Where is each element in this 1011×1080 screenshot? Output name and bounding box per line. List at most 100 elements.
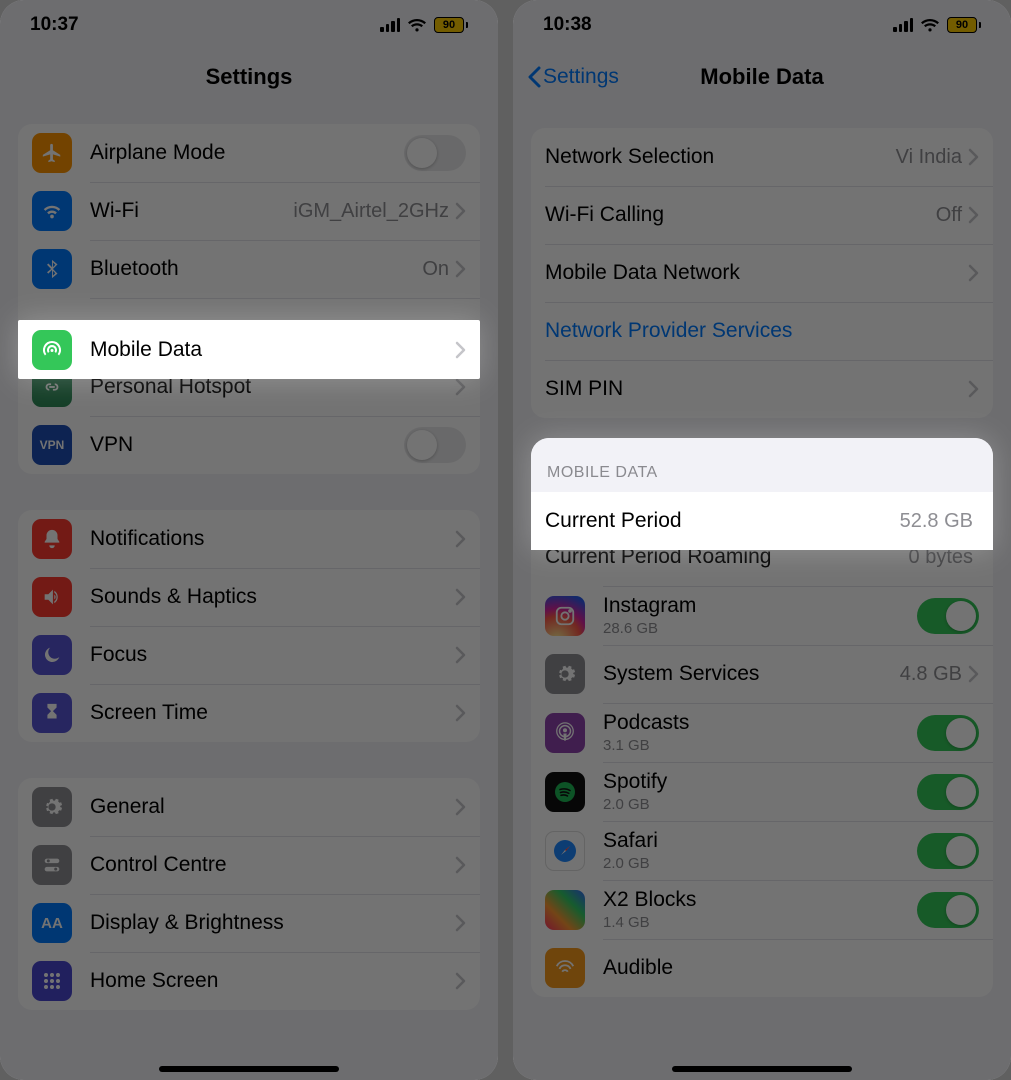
row-label: Network Provider Services [545,319,979,343]
page-title: Mobile Data [700,64,823,90]
cellular-signal-icon [380,18,400,32]
row-label: Bluetooth [90,257,422,281]
row-focus[interactable]: Focus [18,626,480,684]
status-bar: 10:38 90 [513,0,1011,50]
row-label: Mobile Data Network [545,261,968,285]
row-sim-pin[interactable]: SIM PIN [531,360,993,418]
row-label: Screen Time [90,701,455,725]
row-label: Airplane Mode [90,141,404,165]
audible-icon [545,948,585,988]
back-label: Settings [543,65,619,89]
row-mobile-data[interactable]: Mobile Data [18,320,480,379]
row-home-screen[interactable]: Home Screen [18,952,480,1010]
row-general[interactable]: General [18,778,480,836]
antenna-icon [32,330,72,370]
toggle-vpn[interactable] [404,427,466,463]
chevron-right-icon [455,798,466,816]
safari-icon [545,831,585,871]
row-label: Home Screen [90,969,455,993]
row-mobile-data-network[interactable]: Mobile Data Network [531,244,993,302]
chevron-right-icon [455,646,466,664]
section-header: MOBILE DATA [531,438,993,492]
chevron-right-icon [455,530,466,548]
toggle-app[interactable] [917,598,979,634]
settings-group-notifications: Notifications Sounds & Haptics Focus [18,510,480,742]
app-name: Safari [603,829,917,853]
row-notifications[interactable]: Notifications [18,510,480,568]
app-row-audible[interactable]: Audible [531,939,993,997]
app-usage: 1.4 GB [603,914,917,931]
row-label: Display & Brightness [90,911,455,935]
wifi-icon [32,191,72,231]
row-label: SIM PIN [545,377,968,401]
row-bluetooth[interactable]: Bluetooth On [18,240,480,298]
app-usage: 4.8 GB [900,663,962,686]
app-name: Instagram [603,594,917,618]
status-time: 10:37 [30,14,79,36]
row-label: Wi-Fi Calling [545,203,936,227]
row-network-selection[interactable]: Network Selection Vi India [531,128,993,186]
row-label: General [90,795,455,819]
toggle-airplane[interactable] [404,135,466,171]
chevron-right-icon [455,260,466,278]
nav-header: Settings [0,50,498,104]
toggle-app[interactable] [917,892,979,928]
battery-icon: 90 [434,17,468,33]
chevron-right-icon [455,914,466,932]
nav-header: Settings Mobile Data [513,50,1011,104]
chevron-right-icon [968,264,979,282]
gear-icon [545,654,585,694]
app-row-podcasts[interactable]: Podcasts 3.1 GB [531,703,993,762]
back-button[interactable]: Settings [527,50,619,104]
mobiledata-group-usage: Current Period Roaming 0 bytes Instagram… [531,528,993,997]
app-row-x2blocks[interactable]: X2 Blocks 1.4 GB [531,880,993,939]
row-provider-services[interactable]: Network Provider Services [531,302,993,360]
toggle-app[interactable] [917,833,979,869]
chevron-right-icon [455,856,466,874]
row-vpn[interactable]: VPN VPN [18,416,480,474]
app-usage: 2.0 GB [603,855,917,872]
row-label: Focus [90,643,455,667]
app-name: X2 Blocks [603,888,917,912]
toggles-icon [32,845,72,885]
spotify-icon [545,772,585,812]
speaker-icon [32,577,72,617]
vpn-icon: VPN [32,425,72,465]
mobiledata-group-network: Network Selection Vi India Wi-Fi Calling… [531,128,993,418]
row-airplane-mode[interactable]: Airplane Mode [18,124,480,182]
toggle-app[interactable] [917,774,979,810]
row-wifi-calling[interactable]: Wi-Fi Calling Off [531,186,993,244]
home-indicator[interactable] [159,1066,339,1072]
phone-right-mobile-data: 10:38 90 Settings Mobile Data Network Se… [513,0,1011,1080]
app-name: System Services [603,662,900,686]
row-sounds[interactable]: Sounds & Haptics [18,568,480,626]
app-row-instagram[interactable]: Instagram 28.6 GB [531,586,993,645]
battery-icon: 90 [947,17,981,33]
row-detail: On [422,258,449,281]
podcasts-icon [545,713,585,753]
row-detail: Off [936,204,962,227]
row-wifi[interactable]: Wi-Fi iGM_Airtel_2GHz [18,182,480,240]
row-control-centre[interactable]: Control Centre [18,836,480,894]
row-label: Control Centre [90,853,455,877]
app-name: Spotify [603,770,917,794]
hourglass-icon [32,693,72,733]
row-label: Current Period [545,509,900,533]
chevron-right-icon [455,704,466,722]
settings-group-connectivity: Airplane Mode Wi-Fi iGM_Airtel_2GHz Blue… [18,124,480,474]
row-screen-time[interactable]: Screen Time [18,684,480,742]
instagram-icon [545,596,585,636]
row-label: Network Selection [545,145,896,169]
chevron-right-icon [455,378,466,396]
app-row-spotify[interactable]: Spotify 2.0 GB [531,762,993,821]
chevron-right-icon [455,588,466,606]
app-name: Audible [603,956,979,980]
row-label: Mobile Data [90,338,455,362]
row-label: Sounds & Haptics [90,585,455,609]
chevron-right-icon [455,202,466,220]
home-indicator[interactable] [672,1066,852,1072]
app-row-system-services[interactable]: System Services 4.8 GB [531,645,993,703]
app-row-safari[interactable]: Safari 2.0 GB [531,821,993,880]
row-display-brightness[interactable]: AA Display & Brightness [18,894,480,952]
toggle-app[interactable] [917,715,979,751]
